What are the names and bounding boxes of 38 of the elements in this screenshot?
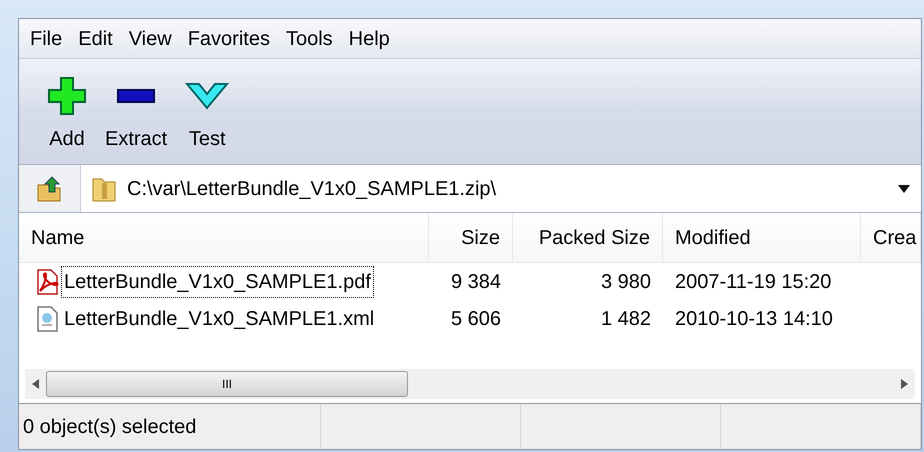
table-cell-text: 1 482 [600,306,652,332]
check-chevron-icon [185,82,230,110]
column-header[interactable]: Packed Size [513,213,663,262]
up-folder-button[interactable] [19,165,81,212]
table-cell-text: 2010-10-13 14:10 [674,306,834,332]
toolbar-button[interactable]: Test [181,74,234,154]
address-value: C:\var\LetterBundle_V1x0_SAMPLE1.zip\ [127,176,498,202]
file-row[interactable]: LetterBundle_V1x0_SAMPLE1.pdf 9 384 3 980 2007-11-19 15:20 [19,263,921,300]
column-header[interactable]: Crea [861,213,921,262]
scrollbar-thumb[interactable]: III [46,371,408,397]
table-cell-text: 5 606 [450,306,502,332]
file-name: LetterBundle_V1x0_SAMPLE1.pdf [61,266,374,298]
table-cell-text: 2007-11-19 15:20 [674,270,832,294]
table-cell-text: 3 980 [600,270,652,294]
file-row[interactable]: LetterBundle_V1x0_SAMPLE1.xml 5 606 1 482 2010-10-13 14:10 [19,300,921,337]
minus-icon [116,88,156,104]
horizontal-scrollbar[interactable]: III [25,369,915,399]
pdf-file-icon [35,268,59,294]
column-header[interactable]: Size [429,213,513,262]
menu-item[interactable]: Favorites [182,24,275,54]
scroll-right-icon [901,379,908,389]
dropdown-arrow-icon [897,184,911,194]
scroll-left-icon [32,379,39,389]
menu-item[interactable]: File [25,24,68,54]
toolbar-button[interactable]: Add [43,74,91,154]
menu-item[interactable]: View [124,24,177,54]
column-header[interactable]: Modified [663,213,861,262]
status-text: 0 object(s) selected [23,414,196,440]
table-cell-text: 9 384 [450,270,502,294]
menu-item[interactable]: Tools [280,24,338,54]
file-name: LetterBundle_V1x0_SAMPLE1.xml [63,306,376,332]
document-icon [35,306,59,332]
column-header[interactable]: Name [19,213,429,262]
menu-item[interactable]: Help [344,24,395,54]
plus-icon [47,76,87,116]
toolbar-button[interactable]: Extract [101,74,172,154]
folder-up-icon [36,174,64,202]
menu-item[interactable]: Edit [73,24,118,54]
